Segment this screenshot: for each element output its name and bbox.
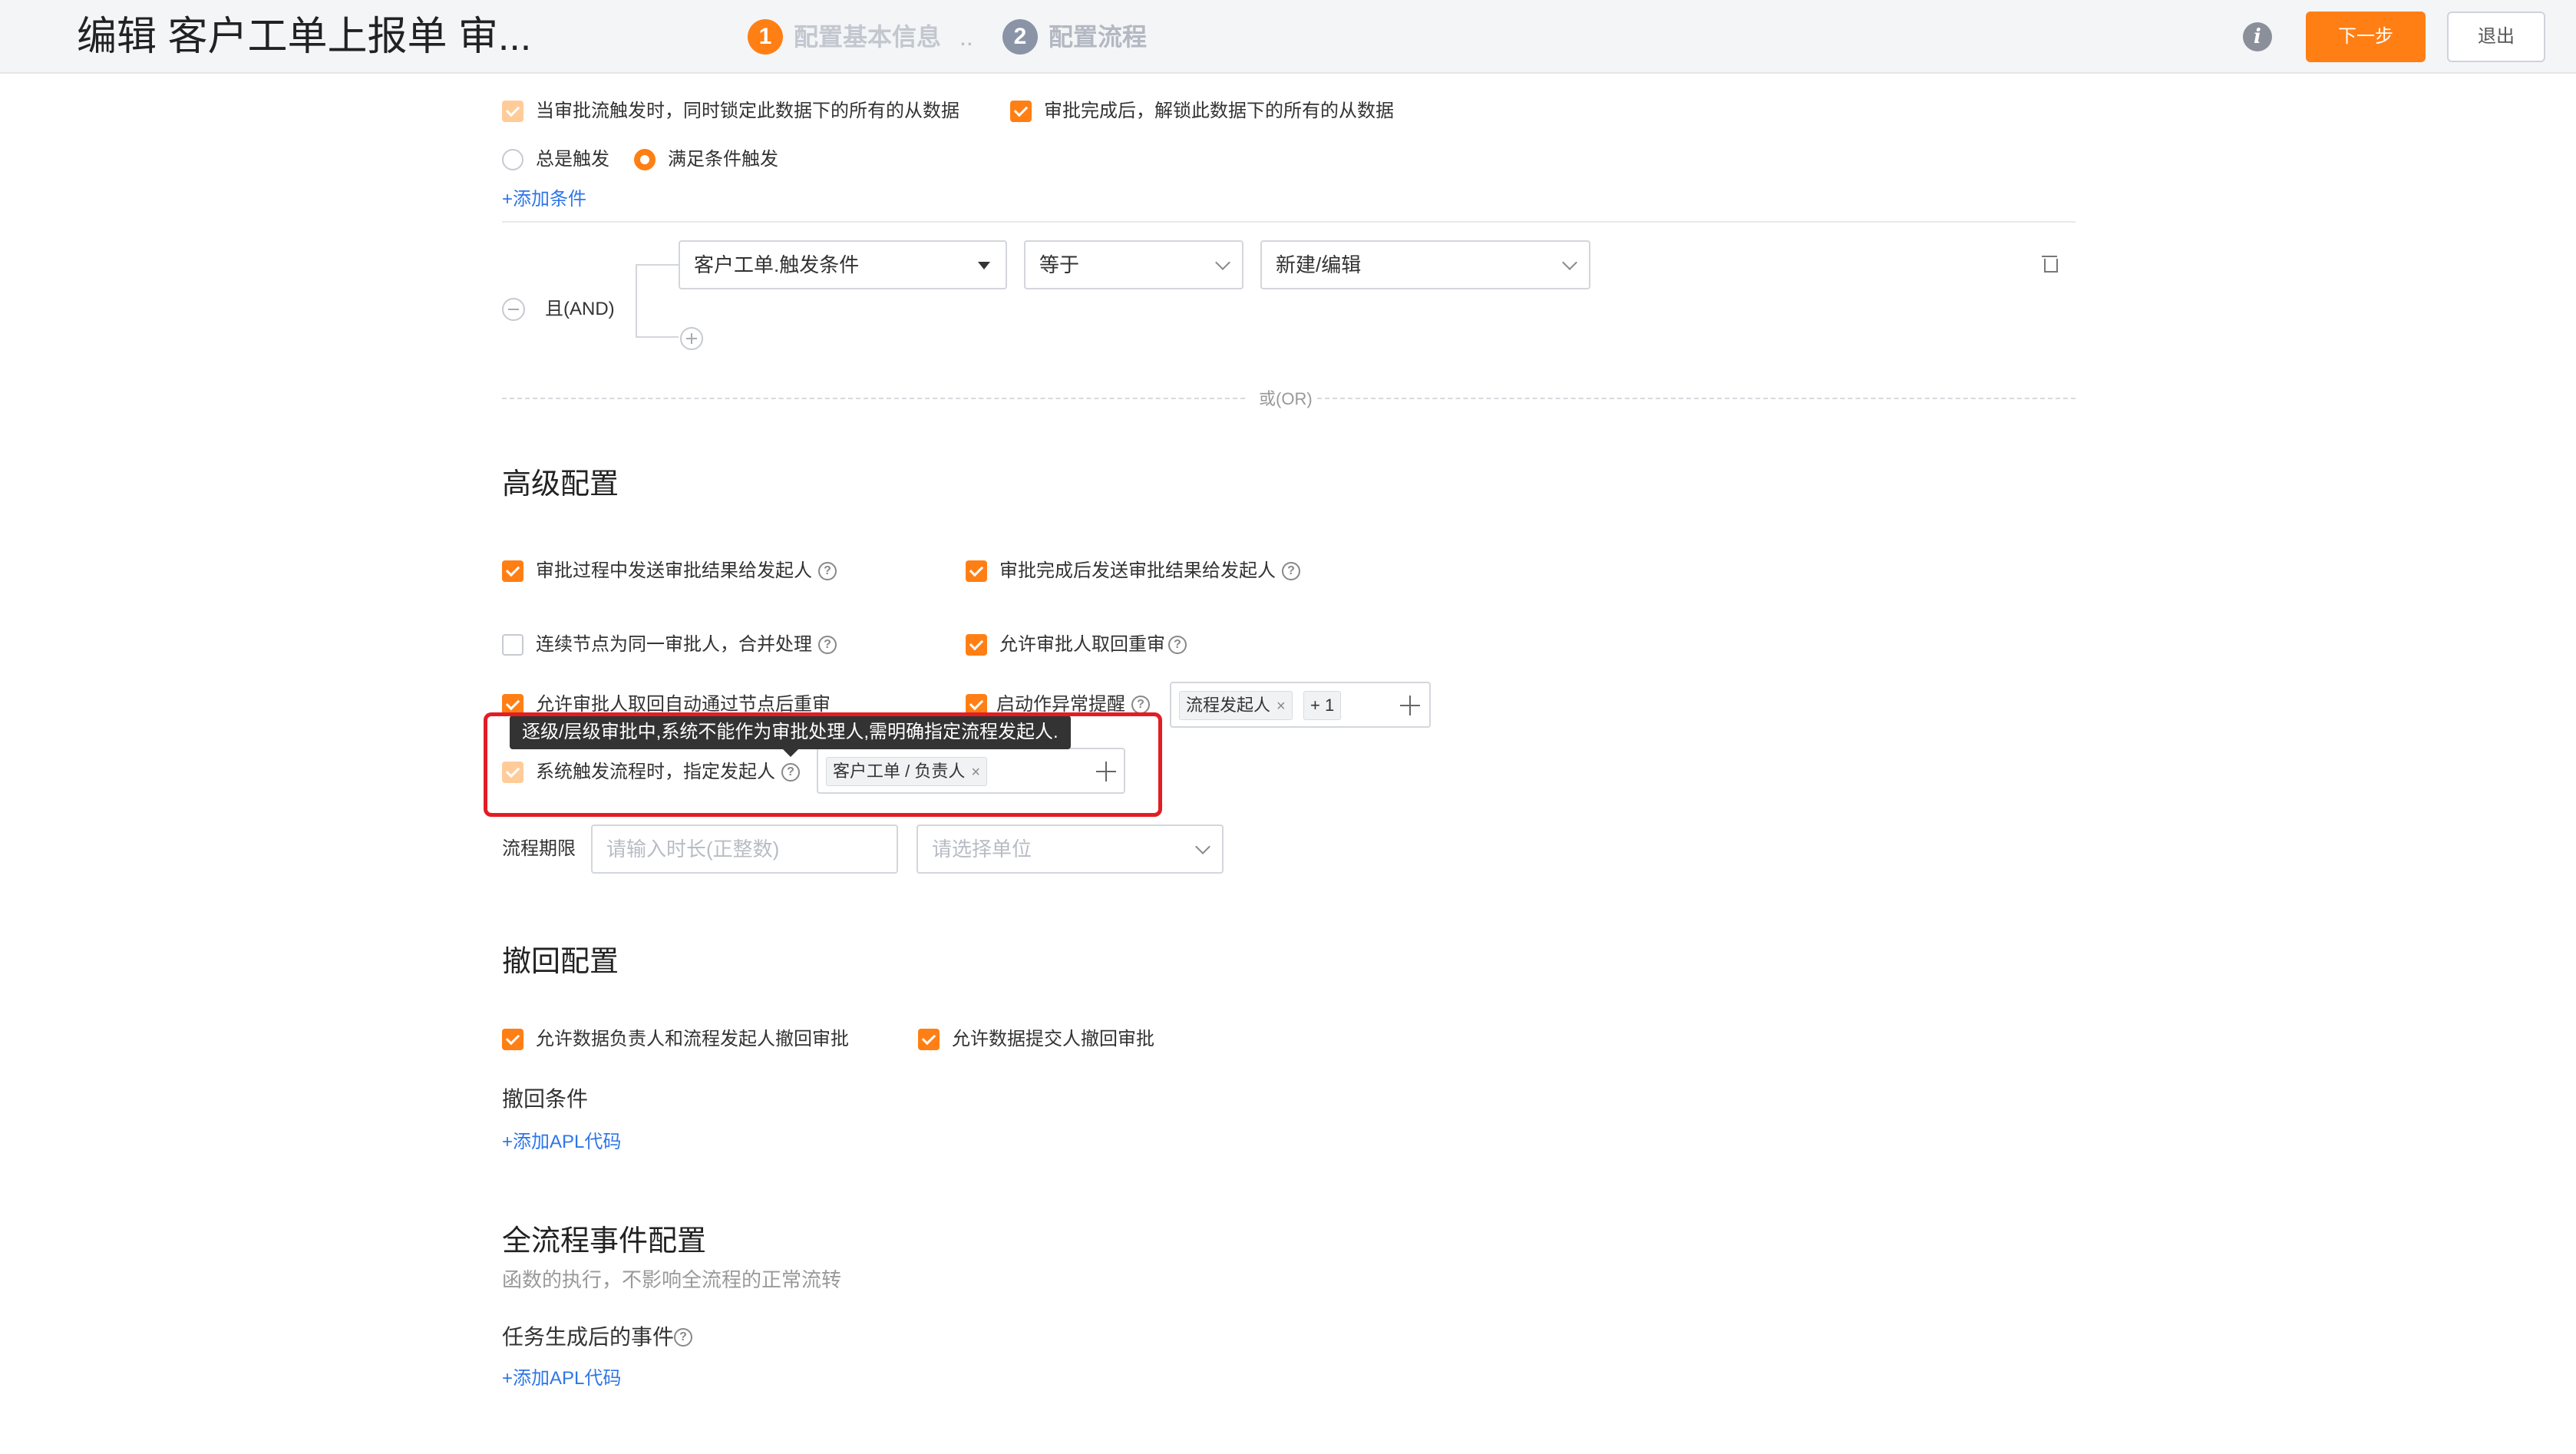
merge-nodes-label: 连续节点为同一审批人，合并处理	[536, 634, 812, 655]
submitter-withdraw-label: 允许数据提交人撤回审批	[952, 1029, 1154, 1049]
owner-withdraw-label: 允许数据负责人和流程发起人撤回审批	[536, 1029, 849, 1049]
or-divider-right	[1317, 398, 2076, 399]
or-divider-left	[502, 398, 1245, 399]
always-trigger-label: 总是触发	[536, 149, 609, 170]
condition-trigger-radio[interactable]	[634, 149, 656, 170]
lock-data-checkbox[interactable]	[502, 101, 523, 122]
period-input[interactable]: 请输入时长(正整数)	[591, 824, 898, 874]
add-rule-button[interactable]	[680, 327, 703, 350]
condition-field-select[interactable]: 客户工单.触发条件	[679, 240, 1007, 289]
events-config-subtitle: 函数的执行，不影响全流程的正常流转	[502, 1268, 842, 1291]
add-apl-event-link[interactable]: +添加APL代码	[502, 1366, 621, 1391]
period-unit-select[interactable]: 请选择单位	[916, 824, 1224, 874]
divider	[502, 221, 2076, 223]
period-unit-placeholder: 请选择单位	[932, 838, 1032, 861]
send-during-label: 审批过程中发送审批结果给发起人	[536, 560, 812, 581]
send-during-checkbox[interactable]	[502, 560, 523, 582]
remove-group-button[interactable]	[502, 298, 525, 321]
condition-operator-select[interactable]: 等于	[1024, 240, 1243, 289]
help-icon[interactable]: ?	[818, 636, 837, 654]
send-after-checkbox[interactable]	[966, 560, 987, 582]
and-label: 且(AND)	[545, 299, 615, 319]
advanced-config-title: 高级配置	[502, 468, 619, 501]
and-bracket	[636, 264, 679, 338]
caret-down-icon	[978, 262, 990, 269]
unlock-data-checkbox[interactable]	[1010, 101, 1032, 122]
condition-value-select[interactable]: 新建/编辑	[1260, 240, 1590, 289]
close-icon[interactable]: ×	[1276, 698, 1286, 715]
chevron-down-icon	[1195, 839, 1210, 854]
lock-data-label: 当审批流触发时，同时锁定此数据下的所有的从数据	[536, 101, 959, 121]
allow-retrieve-checkbox[interactable]	[966, 634, 987, 656]
page-title: 编辑 客户工单上报单 审...	[77, 15, 532, 59]
withdraw-config-title: 撤回配置	[502, 946, 619, 978]
allow-retrieve-label: 允许审批人取回重审	[999, 634, 1165, 655]
owner-withdraw-checkbox[interactable]	[502, 1029, 523, 1050]
remind-more-tag[interactable]: + 1	[1303, 691, 1342, 720]
condition-field-value: 客户工单.触发条件	[694, 253, 860, 276]
remind-recipients-box[interactable]: 流程发起人 × + 1	[1170, 682, 1431, 728]
withdraw-condition-title: 撤回条件	[502, 1087, 589, 1111]
add-apl-withdraw-link[interactable]: +添加APL代码	[502, 1130, 621, 1155]
help-icon[interactable]: ?	[1282, 562, 1300, 580]
chevron-down-icon	[1215, 255, 1230, 270]
events-config-title: 全流程事件配置	[502, 1225, 707, 1257]
delete-condition-icon[interactable]	[2042, 253, 2058, 273]
unlock-data-label: 审批完成后，解锁此数据下的所有的从数据	[1044, 101, 1394, 121]
help-icon[interactable]: ?	[1168, 636, 1187, 654]
plus-icon[interactable]	[1399, 694, 1422, 717]
send-after-label: 审批完成后发送审批结果给发起人	[999, 560, 1276, 581]
submitter-withdraw-checkbox[interactable]	[918, 1029, 940, 1050]
always-trigger-radio[interactable]	[502, 149, 523, 170]
remind-tag: 流程发起人 ×	[1179, 691, 1293, 720]
highlight-box	[484, 712, 1162, 817]
exit-button[interactable]: 退出	[2447, 12, 2545, 62]
condition-value-value: 新建/编辑	[1276, 253, 1362, 276]
help-icon[interactable]: ?	[1131, 696, 1150, 714]
remind-tag-label: 流程发起人	[1186, 696, 1271, 715]
period-label: 流程期限	[502, 838, 576, 859]
info-icon[interactable]: i	[2243, 22, 2272, 51]
help-icon[interactable]: ?	[818, 562, 837, 580]
step-separator: ..	[959, 23, 973, 51]
add-condition-link[interactable]: +添加条件	[502, 187, 586, 212]
step-1-number[interactable]: 1	[748, 19, 783, 55]
merge-nodes-checkbox[interactable]	[502, 634, 523, 656]
step-2-number[interactable]: 2	[1002, 19, 1038, 55]
help-icon[interactable]: ?	[674, 1328, 692, 1347]
next-step-button[interactable]: 下一步	[2306, 12, 2426, 62]
condition-trigger-label: 满足条件触发	[668, 149, 778, 170]
chevron-down-icon	[1562, 255, 1577, 270]
step-1-label[interactable]: 配置基本信息	[794, 19, 941, 55]
or-label: 或(OR)	[1259, 389, 1313, 408]
task-event-label: 任务生成后的事件	[502, 1325, 675, 1349]
condition-operator-value: 等于	[1039, 253, 1080, 276]
step-2-label[interactable]: 配置流程	[1049, 19, 1147, 55]
header-bar: 编辑 客户工单上报单 审... 1 配置基本信息 .. 2 配置流程 i 下一步…	[0, 0, 2576, 74]
